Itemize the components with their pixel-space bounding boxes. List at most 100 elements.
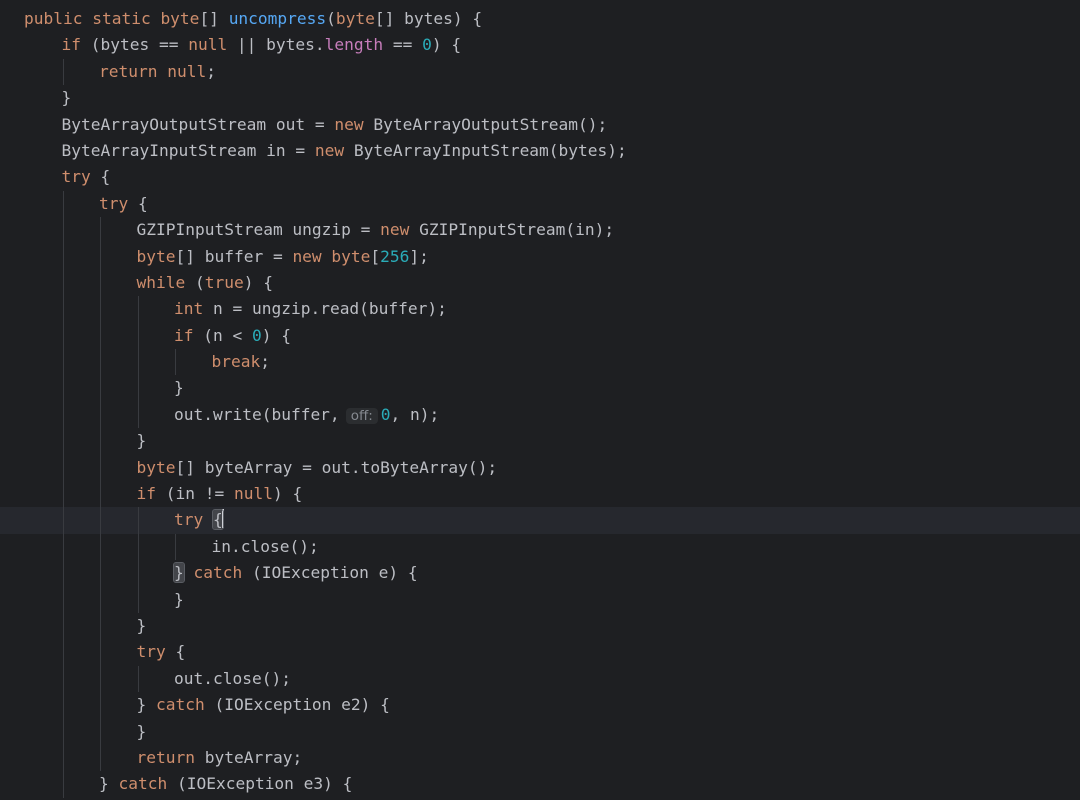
code-line[interactable]: } xyxy=(0,428,1080,455)
code-text: } xyxy=(137,428,147,454)
code-token: ]; xyxy=(409,246,429,266)
code-text: public static byte[] uncompress(byte[] b… xyxy=(24,6,482,32)
indent-guide xyxy=(100,665,101,693)
code-token: [] buffer = xyxy=(175,246,293,266)
code-token: public static byte xyxy=(24,9,200,28)
code-line[interactable]: try { xyxy=(0,164,1080,190)
code-line[interactable]: out.write(buffer, off: 0, n); xyxy=(0,401,1080,429)
matched-brace: } xyxy=(173,562,185,584)
code-token: new byte xyxy=(292,246,371,266)
code-line[interactable]: } catch (IOException e3) { xyxy=(0,771,1080,798)
code-text: out.write(buffer, off: 0, n); xyxy=(174,402,439,429)
code-token: [] bytes) { xyxy=(374,9,483,28)
indent-guide xyxy=(62,481,64,508)
indent-guide xyxy=(62,718,64,745)
code-token: byteArray; xyxy=(194,747,303,767)
code-token: length xyxy=(324,35,384,55)
code-token: ( xyxy=(326,9,336,28)
code-text: int n = ungzip.read(buffer); xyxy=(174,296,447,322)
code-token: , n); xyxy=(390,404,440,424)
code-line[interactable]: in.close(); xyxy=(0,533,1080,561)
code-token: (in != xyxy=(156,484,234,504)
code-text: return null; xyxy=(99,59,216,85)
code-text: in.close(); xyxy=(212,534,319,560)
code-text: byte[] byteArray = out.toByteArray(); xyxy=(137,455,498,481)
indent-guide xyxy=(137,665,139,693)
indent-guide xyxy=(100,428,101,455)
code-line[interactable]: } catch (IOException e) { xyxy=(0,560,1080,587)
code-token: (IOException e2) { xyxy=(204,695,390,715)
code-editor[interactable]: public static byte[] uncompress(byte[] b… xyxy=(0,0,1080,800)
indent-guide xyxy=(100,692,101,719)
code-line[interactable]: if (in != null) { xyxy=(0,481,1080,508)
code-line[interactable]: byte[] buffer = new byte[256]; xyxy=(0,243,1080,270)
code-token: (IOException e3) { xyxy=(167,774,353,794)
code-text: try { xyxy=(99,191,148,217)
code-line[interactable]: try { xyxy=(0,190,1080,218)
code-token: return null xyxy=(99,61,207,81)
code-text: } xyxy=(174,375,184,401)
code-line[interactable]: try { xyxy=(0,639,1080,666)
indent-guide xyxy=(62,744,64,772)
code-token: 0 xyxy=(380,404,391,424)
code-token: ( xyxy=(185,272,205,292)
code-line[interactable]: break; xyxy=(0,349,1080,376)
code-line[interactable]: GZIPInputStream ungzip = new GZIPInputSt… xyxy=(0,217,1080,244)
code-token: uncompress xyxy=(228,9,327,28)
indent-guide xyxy=(137,533,139,561)
code-line[interactable]: public static byte[] uncompress(byte[] b… xyxy=(0,6,1080,32)
indent-guide xyxy=(62,692,64,719)
indent-guide xyxy=(137,322,139,350)
code-token: try xyxy=(99,193,129,213)
indent-guide xyxy=(62,58,64,86)
indent-guide xyxy=(62,586,64,613)
indent-guide xyxy=(62,217,64,244)
code-token: out.close(); xyxy=(174,668,291,688)
code-line[interactable]: } xyxy=(0,586,1080,613)
code-line[interactable]: } xyxy=(0,375,1080,402)
code-line[interactable]: byte[] byteArray = out.toByteArray(); xyxy=(0,454,1080,482)
code-line[interactable]: } xyxy=(0,612,1080,640)
indent-guide xyxy=(175,533,176,561)
code-line[interactable]: out.close(); xyxy=(0,665,1080,693)
code-line[interactable]: return byteArray; xyxy=(0,744,1080,772)
code-line[interactable]: if (n < 0) { xyxy=(0,322,1080,350)
indent-guide xyxy=(62,639,64,666)
code-token: } xyxy=(136,615,147,635)
code-line[interactable]: try { xyxy=(0,507,1080,534)
code-text: } xyxy=(137,613,147,639)
code-token: byte xyxy=(136,246,176,266)
code-token: [ xyxy=(370,246,381,266)
code-token: 0 xyxy=(251,325,262,345)
code-line[interactable]: } xyxy=(0,718,1080,745)
code-token: try xyxy=(61,167,91,187)
indent-guide xyxy=(100,269,101,297)
indent-guide xyxy=(62,322,64,350)
code-token: true xyxy=(204,272,244,292)
code-text: try { xyxy=(62,164,111,190)
indent-guide xyxy=(62,771,64,798)
code-lines: public static byte[] uncompress(byte[] b… xyxy=(0,6,1080,798)
code-line[interactable]: } xyxy=(0,85,1080,111)
code-token: ByteArrayInputStream in = xyxy=(61,140,315,160)
code-token: new xyxy=(314,140,345,160)
code-line[interactable]: int n = ungzip.read(buffer); xyxy=(0,296,1080,323)
code-line[interactable]: ByteArrayInputStream in = new ByteArrayI… xyxy=(0,138,1080,164)
code-line[interactable]: return null; xyxy=(0,58,1080,86)
code-token: GZIPInputStream(in); xyxy=(409,220,615,240)
code-line[interactable]: if (bytes == null || bytes.length == 0) … xyxy=(0,32,1080,58)
code-token: catch xyxy=(118,774,168,794)
code-line[interactable]: ByteArrayOutputStream out = new ByteArra… xyxy=(0,112,1080,138)
indent-guide xyxy=(62,375,64,402)
indent-guide xyxy=(100,612,101,640)
code-line[interactable]: while (true) { xyxy=(0,269,1080,297)
code-line[interactable]: } catch (IOException e2) { xyxy=(0,692,1080,719)
code-token: [] xyxy=(199,9,229,28)
code-token: ) { xyxy=(272,484,303,504)
code-token: byte xyxy=(136,457,176,477)
code-token: ByteArrayOutputStream out = xyxy=(61,114,335,134)
indent-guide xyxy=(100,744,101,772)
indent-guide xyxy=(137,375,139,402)
code-text: return byteArray; xyxy=(137,745,303,771)
